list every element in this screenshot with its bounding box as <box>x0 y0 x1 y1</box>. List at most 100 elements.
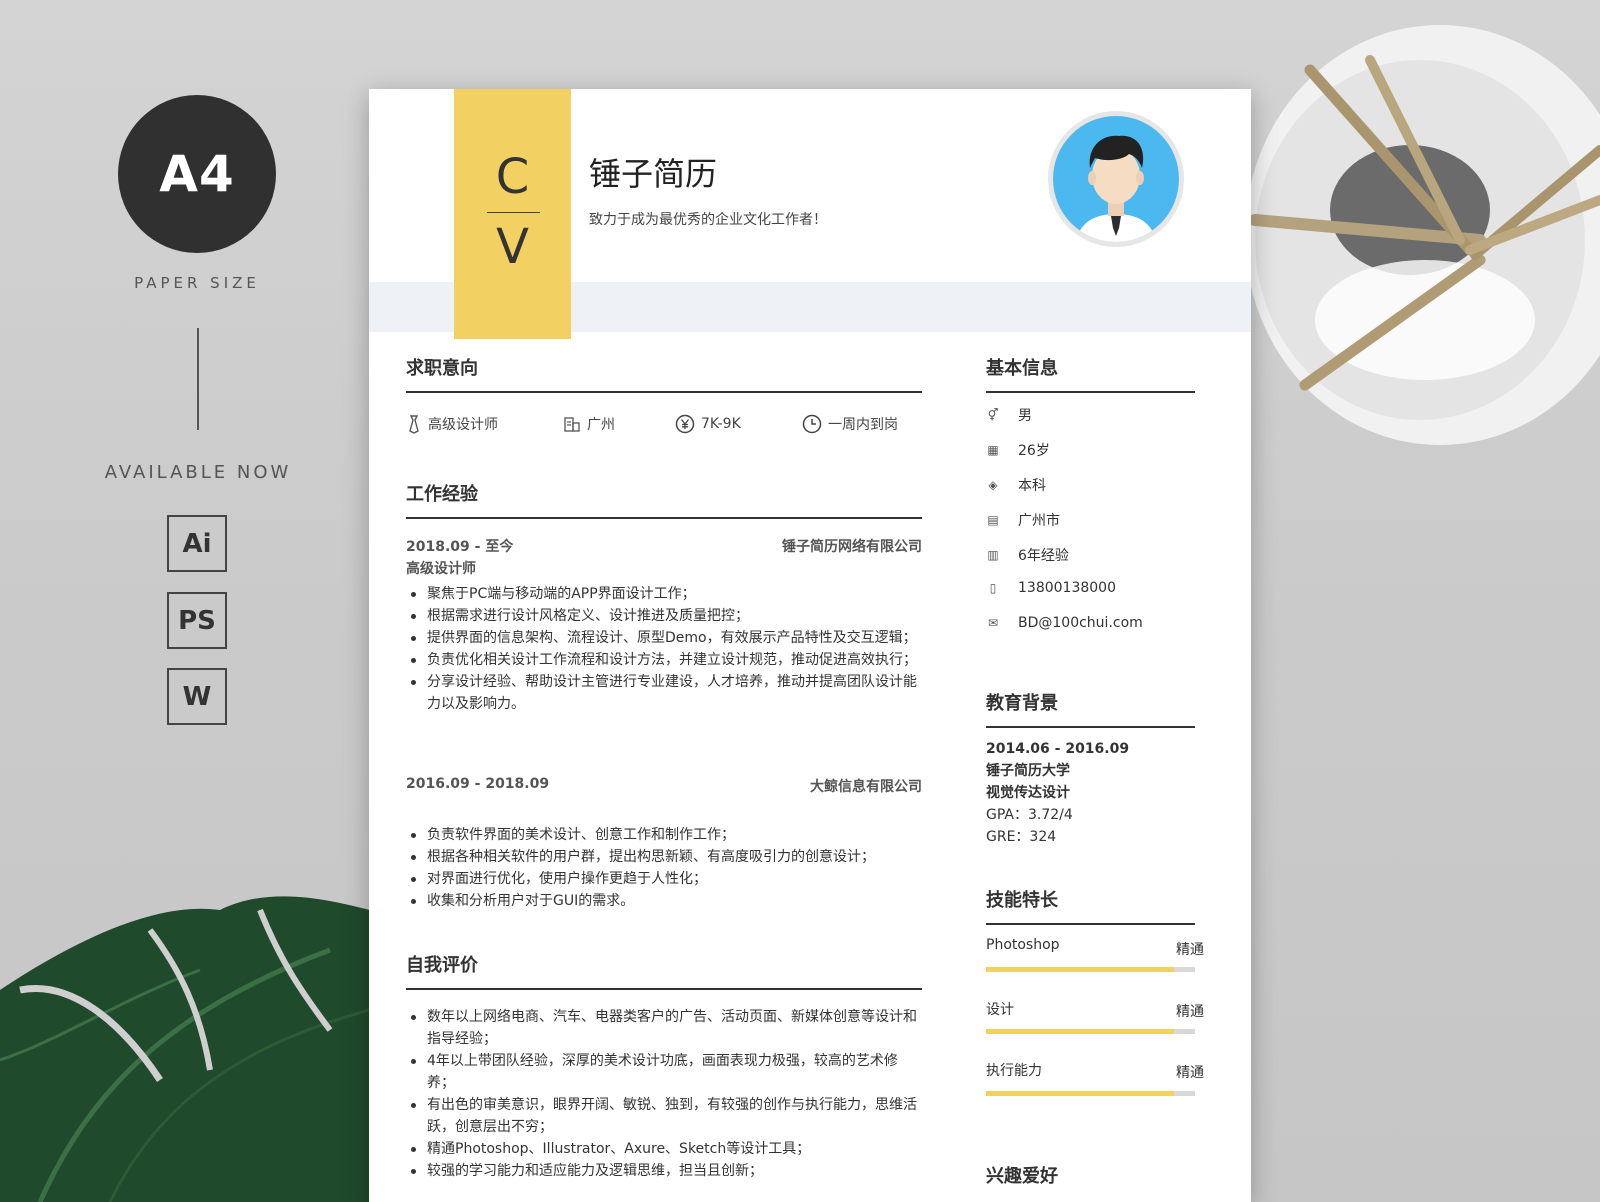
yen-icon <box>675 414 695 434</box>
job-2-duties: 负责软件界面的美术设计、创意工作和制作工作； 根据各种相关软件的用户群，提出构思… <box>406 824 922 912</box>
list-item: 负责优化相关设计工作流程和设计方法，并建立设计规范，推动促进高效执行； <box>411 649 922 671</box>
skill-2-name: 设计 <box>986 1002 1014 1018</box>
job-1-duties: 聚焦于PC端与移动端的APP界面设计工作； 根据需求进行设计风格定义、设计推进及… <box>406 583 922 715</box>
list-item: 4年以上带团队经验，深厚的美术设计功底，画面表现力极强，较高的艺术修养； <box>411 1050 922 1094</box>
intent-item-availability: 一周内到岗 <box>802 414 898 434</box>
city-icon: ▤ <box>987 513 999 527</box>
skill-1-bar <box>986 967 1195 972</box>
paper-size-badge: A4 <box>118 95 276 253</box>
format-ps-badge: PS <box>167 592 227 649</box>
section-rule <box>986 923 1195 925</box>
info-city: ▤ 广州市 <box>986 510 1060 530</box>
intent-salary-label: 7K-9K <box>701 416 741 432</box>
list-item: 聚焦于PC端与移动端的APP界面设计工作； <box>411 583 922 605</box>
info-city-value: 广州市 <box>1018 513 1060 529</box>
info-phone: ▯ 13800138000 <box>986 580 1116 596</box>
info-degree-value: 本科 <box>1018 478 1046 494</box>
intent-item-salary: 7K-9K <box>675 414 741 434</box>
format-word-badge: W <box>167 668 227 725</box>
section-rule <box>406 517 922 519</box>
section-title-basic: 基本信息 <box>986 358 1058 379</box>
info-age: ▦ 26岁 <box>986 440 1050 460</box>
cv-badge: C V <box>454 89 571 339</box>
calendar-icon: ▦ <box>987 443 999 457</box>
skill-1-level: 精通 <box>1176 942 1204 958</box>
section-title-intent: 求职意向 <box>406 358 478 379</box>
info-gender: ⚥ 男 <box>986 405 1032 425</box>
monstera-leaf-decoration <box>0 896 370 1202</box>
education-block: 2014.06 - 2016.09 锤子简历大学 视觉传达设计 GPA：3.72… <box>986 738 1129 848</box>
info-email: ✉ BD@100chui.com <box>986 615 1143 631</box>
job-1-date: 2018.09 - 至今 <box>406 539 514 555</box>
section-title-work: 工作经验 <box>406 484 478 505</box>
tie-icon <box>409 415 419 434</box>
list-item: 根据各种相关软件的用户群，提出构思新颖、有高度吸引力的创意设计； <box>411 846 922 868</box>
section-title-hobbies: 兴趣爱好 <box>986 1166 1058 1187</box>
graduation-cap-icon: ◈ <box>988 478 998 492</box>
paper-size-label: PAPER SIZE <box>134 274 260 292</box>
intent-position-label: 高级设计师 <box>428 417 498 433</box>
skill-1-bar-fill <box>986 967 1175 972</box>
intent-city-label: 广州 <box>587 417 615 433</box>
intent-item-position: 高级设计师 <box>406 414 498 434</box>
list-item: 收集和分析用户对于GUI的需求。 <box>411 890 922 912</box>
skill-3-level: 精通 <box>1176 1065 1204 1081</box>
avatar <box>1048 111 1184 247</box>
vase-with-sticks-decoration <box>1245 25 1600 445</box>
list-item: 较强的学习能力和适应能力及逻辑思维，担当且创新； <box>411 1160 922 1182</box>
list-item: 提供界面的信息架构、流程设计、原型Demo，有效展示产品特性及交互逻辑； <box>411 627 922 649</box>
job-1-company: 锤子简历网络有限公司 <box>782 539 922 555</box>
format-ai-badge: Ai <box>167 515 227 572</box>
section-rule <box>986 726 1195 728</box>
skill-3-name: 执行能力 <box>986 1063 1042 1079</box>
phone-icon: ▯ <box>989 581 997 595</box>
list-item: 对界面进行优化，使用户操作更趋于人性化； <box>411 868 922 890</box>
mail-icon: ✉ <box>987 616 999 630</box>
list-item: 根据需求进行设计风格定义、设计推进及质量把控； <box>411 605 922 627</box>
list-item: 数年以上网络电商、汽车、电器类客户的广告、活动页面、新媒体创意等设计和指导经验； <box>411 1006 922 1050</box>
self-evaluation-list: 数年以上网络电商、汽车、电器类客户的广告、活动页面、新媒体创意等设计和指导经验；… <box>406 1006 922 1182</box>
resume-name: 锤子简历 <box>589 155 718 193</box>
skill-2-level: 精通 <box>1176 1004 1204 1020</box>
resume-sheet: C V 锤子简历 致力于成为最优秀的企业文化工作者！ 求职意向 高级设计师 广州… <box>369 89 1251 1202</box>
cv-letter-c: C <box>495 149 530 205</box>
section-rule <box>406 391 922 393</box>
education-gpa: GPA：3.72/4 <box>986 807 1073 823</box>
list-item: 分享设计经验、帮助设计主管进行专业建设，人才培养，推动并提高团队设计能力以及影响… <box>411 671 922 715</box>
skill-3-bar-fill <box>986 1091 1175 1096</box>
section-title-education: 教育背景 <box>986 693 1058 714</box>
gender-icon: ⚥ <box>987 408 999 422</box>
section-title-self: 自我评价 <box>406 955 478 976</box>
building-icon <box>564 417 580 432</box>
job-2-date: 2016.09 - 2018.09 <box>406 776 550 792</box>
list-item: 精通Photoshop、Illustrator、Axure、Sketch等设计工… <box>411 1138 922 1160</box>
job-2-company: 大鲸信息有限公司 <box>810 779 922 795</box>
education-school: 锤子简历大学 <box>986 763 1070 779</box>
clock-icon <box>802 414 822 434</box>
resume-tagline: 致力于成为最优秀的企业文化工作者！ <box>589 212 827 228</box>
info-gender-value: 男 <box>1018 408 1032 424</box>
info-age-value: 26岁 <box>1018 443 1050 459</box>
info-experience: ▥ 6年经验 <box>986 545 1069 565</box>
skill-1-name: Photoshop <box>986 937 1060 953</box>
skill-3-bar <box>986 1091 1195 1096</box>
list-item: 有出色的审美意识，眼界开阔、敏锐、独到，有较强的创作与执行能力，思维活跃，创意层… <box>411 1094 922 1138</box>
education-gre: GRE：324 <box>986 829 1057 845</box>
education-major: 视觉传达设计 <box>986 785 1070 801</box>
intent-item-city: 广州 <box>563 414 615 434</box>
available-label: AVAILABLE NOW <box>104 462 292 483</box>
info-phone-value: 13800138000 <box>1018 580 1116 596</box>
skill-2-bar <box>986 1029 1195 1034</box>
job-1-position: 高级设计师 <box>406 561 476 577</box>
info-experience-value: 6年经验 <box>1018 548 1069 564</box>
divider <box>197 328 199 430</box>
document-icon: ▥ <box>987 548 999 562</box>
info-degree: ◈ 本科 <box>986 475 1046 495</box>
list-item: 负责软件界面的美术设计、创意工作和制作工作； <box>411 824 922 846</box>
section-rule <box>986 391 1195 393</box>
section-rule <box>406 988 922 990</box>
section-title-skills: 技能特长 <box>986 890 1058 911</box>
cv-divider <box>487 212 540 213</box>
intent-availability-label: 一周内到岗 <box>828 417 898 433</box>
education-date: 2014.06 - 2016.09 <box>986 741 1130 757</box>
